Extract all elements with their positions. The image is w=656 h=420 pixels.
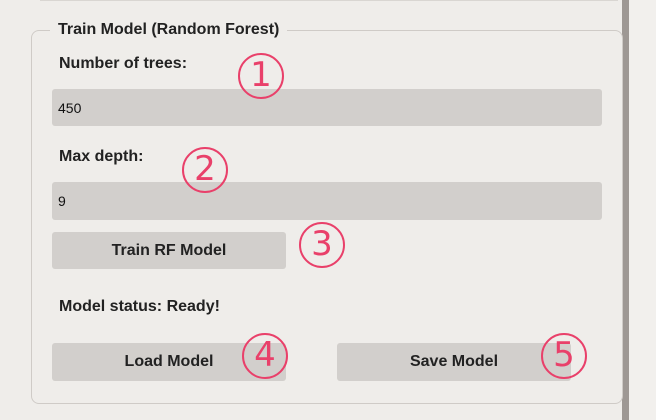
model-status-text: Model status: Ready! xyxy=(59,298,220,315)
annotation-marker-5: 5 xyxy=(541,333,587,379)
train-rf-model-button[interactable]: Train RF Model xyxy=(52,232,286,269)
save-model-button[interactable]: Save Model xyxy=(337,343,571,381)
scrollbar-track[interactable] xyxy=(628,0,656,420)
annotation-marker-3: 3 xyxy=(299,222,345,268)
top-divider xyxy=(40,0,618,1)
annotation-marker-1: 1 xyxy=(238,53,284,99)
annotation-marker-4: 4 xyxy=(242,333,288,379)
trees-label: Number of trees: xyxy=(59,55,188,72)
depth-input[interactable]: 9 xyxy=(52,182,602,220)
trees-input[interactable]: 450 xyxy=(52,89,602,126)
groupbox-title: Train Model (Random Forest) xyxy=(50,19,288,41)
annotation-marker-2: 2 xyxy=(182,147,228,193)
trees-input-value: 450 xyxy=(58,99,82,116)
scrollbar-thumb[interactable] xyxy=(622,0,629,420)
depth-label: Max depth: xyxy=(59,148,144,165)
depth-input-value: 9 xyxy=(58,193,66,209)
